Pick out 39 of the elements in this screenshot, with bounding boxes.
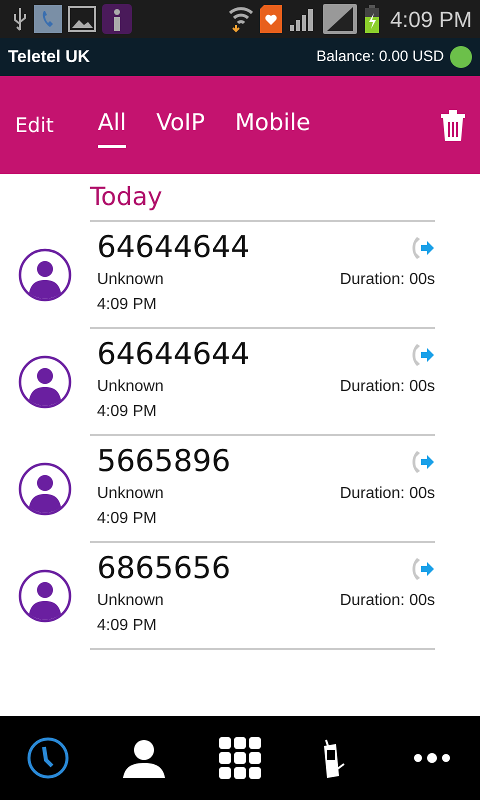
- call-time: 4:09 PM: [97, 402, 157, 420]
- call-time: 4:09 PM: [97, 296, 157, 312]
- delete-button[interactable]: [438, 108, 468, 142]
- call-duration: Duration: 00s: [340, 270, 435, 290]
- call-icon: [34, 5, 62, 33]
- call-time: 4:09 PM: [97, 616, 157, 634]
- call-time: 4:09 PM: [97, 510, 157, 526]
- contact-name: Unknown: [97, 376, 164, 396]
- dialpad-icon: [218, 736, 262, 780]
- contact-name: Unknown: [97, 484, 164, 504]
- contact-name: Unknown: [97, 590, 164, 610]
- avatar-icon: [18, 355, 72, 409]
- phone-number: 64644644: [97, 230, 250, 266]
- app-title: Teletel UK: [8, 46, 90, 68]
- call-duration: Duration: 00s: [340, 376, 435, 396]
- status-time: 4:09 PM: [390, 6, 472, 34]
- clock-icon: [26, 736, 70, 780]
- wifi-icon: [228, 5, 254, 33]
- call-duration: Duration: 00s: [340, 484, 435, 504]
- more-icon: [414, 753, 450, 763]
- phone-number: 5665896: [97, 444, 231, 480]
- avatar-icon: [18, 462, 72, 516]
- contact-name: Unknown: [97, 270, 164, 290]
- edit-button[interactable]: Edit: [15, 110, 54, 140]
- phone-number: 64644644: [97, 336, 250, 372]
- battery-icon: [364, 5, 380, 33]
- filter-tab[interactable]: VoIP: [156, 102, 205, 148]
- image-icon: [68, 6, 96, 32]
- call-duration: Duration: 00s: [340, 590, 435, 610]
- phone-number: 6865656: [97, 550, 231, 586]
- avatar-icon: [18, 569, 72, 623]
- filter-tab[interactable]: All: [98, 102, 126, 148]
- avatar-icon: [18, 248, 72, 302]
- trash-icon: [438, 108, 468, 142]
- balance-text: Balance: 0.00 USD: [316, 46, 444, 67]
- filter-tab[interactable]: Mobile: [234, 102, 310, 148]
- usb-icon: [12, 6, 28, 32]
- section-header: Today: [90, 181, 162, 213]
- info-icon: [102, 4, 132, 34]
